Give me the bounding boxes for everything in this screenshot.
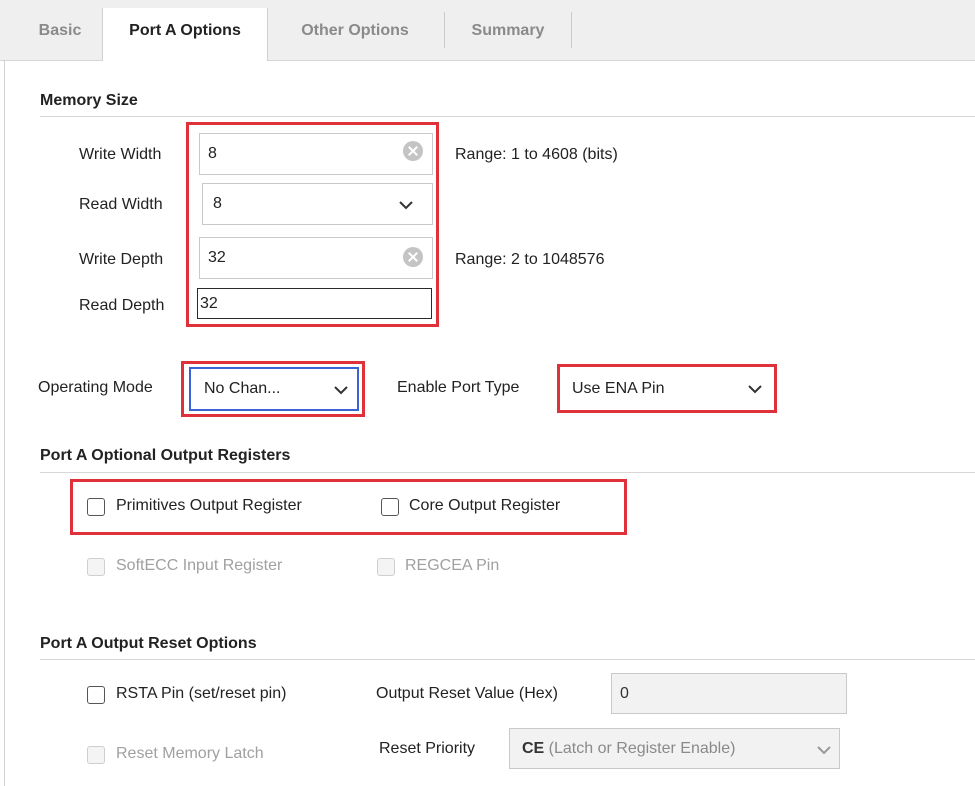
regcea-pin-checkbox — [377, 558, 395, 576]
reset-priority-value-strong: CE — [522, 740, 545, 757]
reset-priority-value-rest: (Latch or Register Enable) — [544, 740, 736, 757]
read-width-label: Read Width — [79, 196, 163, 213]
reset-priority-value: CE (Latch or Register Enable) — [522, 729, 735, 768]
section-title-reset-options: Port A Output Reset Options — [40, 635, 257, 652]
primitives-output-register-label[interactable]: Primitives Output Register — [116, 497, 302, 515]
output-reset-value-input[interactable] — [611, 673, 847, 714]
core-output-register-label[interactable]: Core Output Register — [409, 497, 560, 515]
regcea-pin-label: REGCEA Pin — [405, 557, 500, 574]
section-divider — [40, 472, 975, 473]
enable-port-type-select[interactable]: Use ENA Pin — [562, 368, 772, 409]
operating-mode-value: No Chan... — [204, 380, 281, 397]
reset-priority-label: Reset Priority — [379, 740, 476, 757]
write-width-range: Range: 1 to 4608 (bits) — [455, 146, 618, 163]
write-width-label: Write Width — [79, 146, 162, 163]
write-depth-label: Write Depth — [79, 251, 164, 268]
softecc-input-register-checkbox — [87, 558, 105, 576]
section-divider — [40, 116, 975, 117]
operating-mode-select[interactable]: No Chan... — [189, 367, 359, 411]
chevron-down-icon — [748, 385, 762, 394]
tab-other-options[interactable]: Other Options — [270, 8, 440, 53]
reset-memory-latch-label: Reset Memory Latch — [116, 745, 264, 762]
tab-separator — [571, 12, 572, 48]
core-output-register-checkbox[interactable] — [381, 498, 399, 516]
tab-port-a-options[interactable]: Port A Options — [102, 8, 268, 61]
primitives-output-register-checkbox[interactable] — [87, 498, 105, 516]
enable-port-type-value: Use ENA Pin — [572, 380, 665, 397]
rsta-pin-label[interactable]: RSTA Pin (set/reset pin) — [116, 685, 286, 703]
output-reset-value-label: Output Reset Value (Hex) — [376, 685, 559, 702]
highlight-box — [186, 122, 439, 327]
softecc-input-register-label: SoftECC Input Register — [116, 557, 283, 574]
reset-priority-select[interactable]: CE (Latch or Register Enable) — [509, 728, 840, 769]
reset-memory-latch-checkbox — [87, 746, 105, 764]
write-depth-range: Range: 2 to 1048576 — [455, 251, 605, 268]
tab-summary[interactable]: Summary — [445, 8, 571, 53]
section-divider — [40, 659, 975, 660]
chevron-down-icon — [817, 746, 831, 755]
section-title-memory-size: Memory Size — [40, 92, 138, 109]
operating-mode-label: Operating Mode — [38, 379, 153, 396]
read-depth-label: Read Depth — [79, 297, 165, 314]
enable-port-type-label: Enable Port Type — [397, 379, 520, 396]
section-title-output-registers: Port A Optional Output Registers — [40, 447, 291, 464]
tab-basic[interactable]: Basic — [18, 8, 102, 53]
panel-left-border — [4, 60, 5, 786]
chevron-down-icon — [334, 386, 348, 395]
rsta-pin-checkbox[interactable] — [87, 686, 105, 704]
